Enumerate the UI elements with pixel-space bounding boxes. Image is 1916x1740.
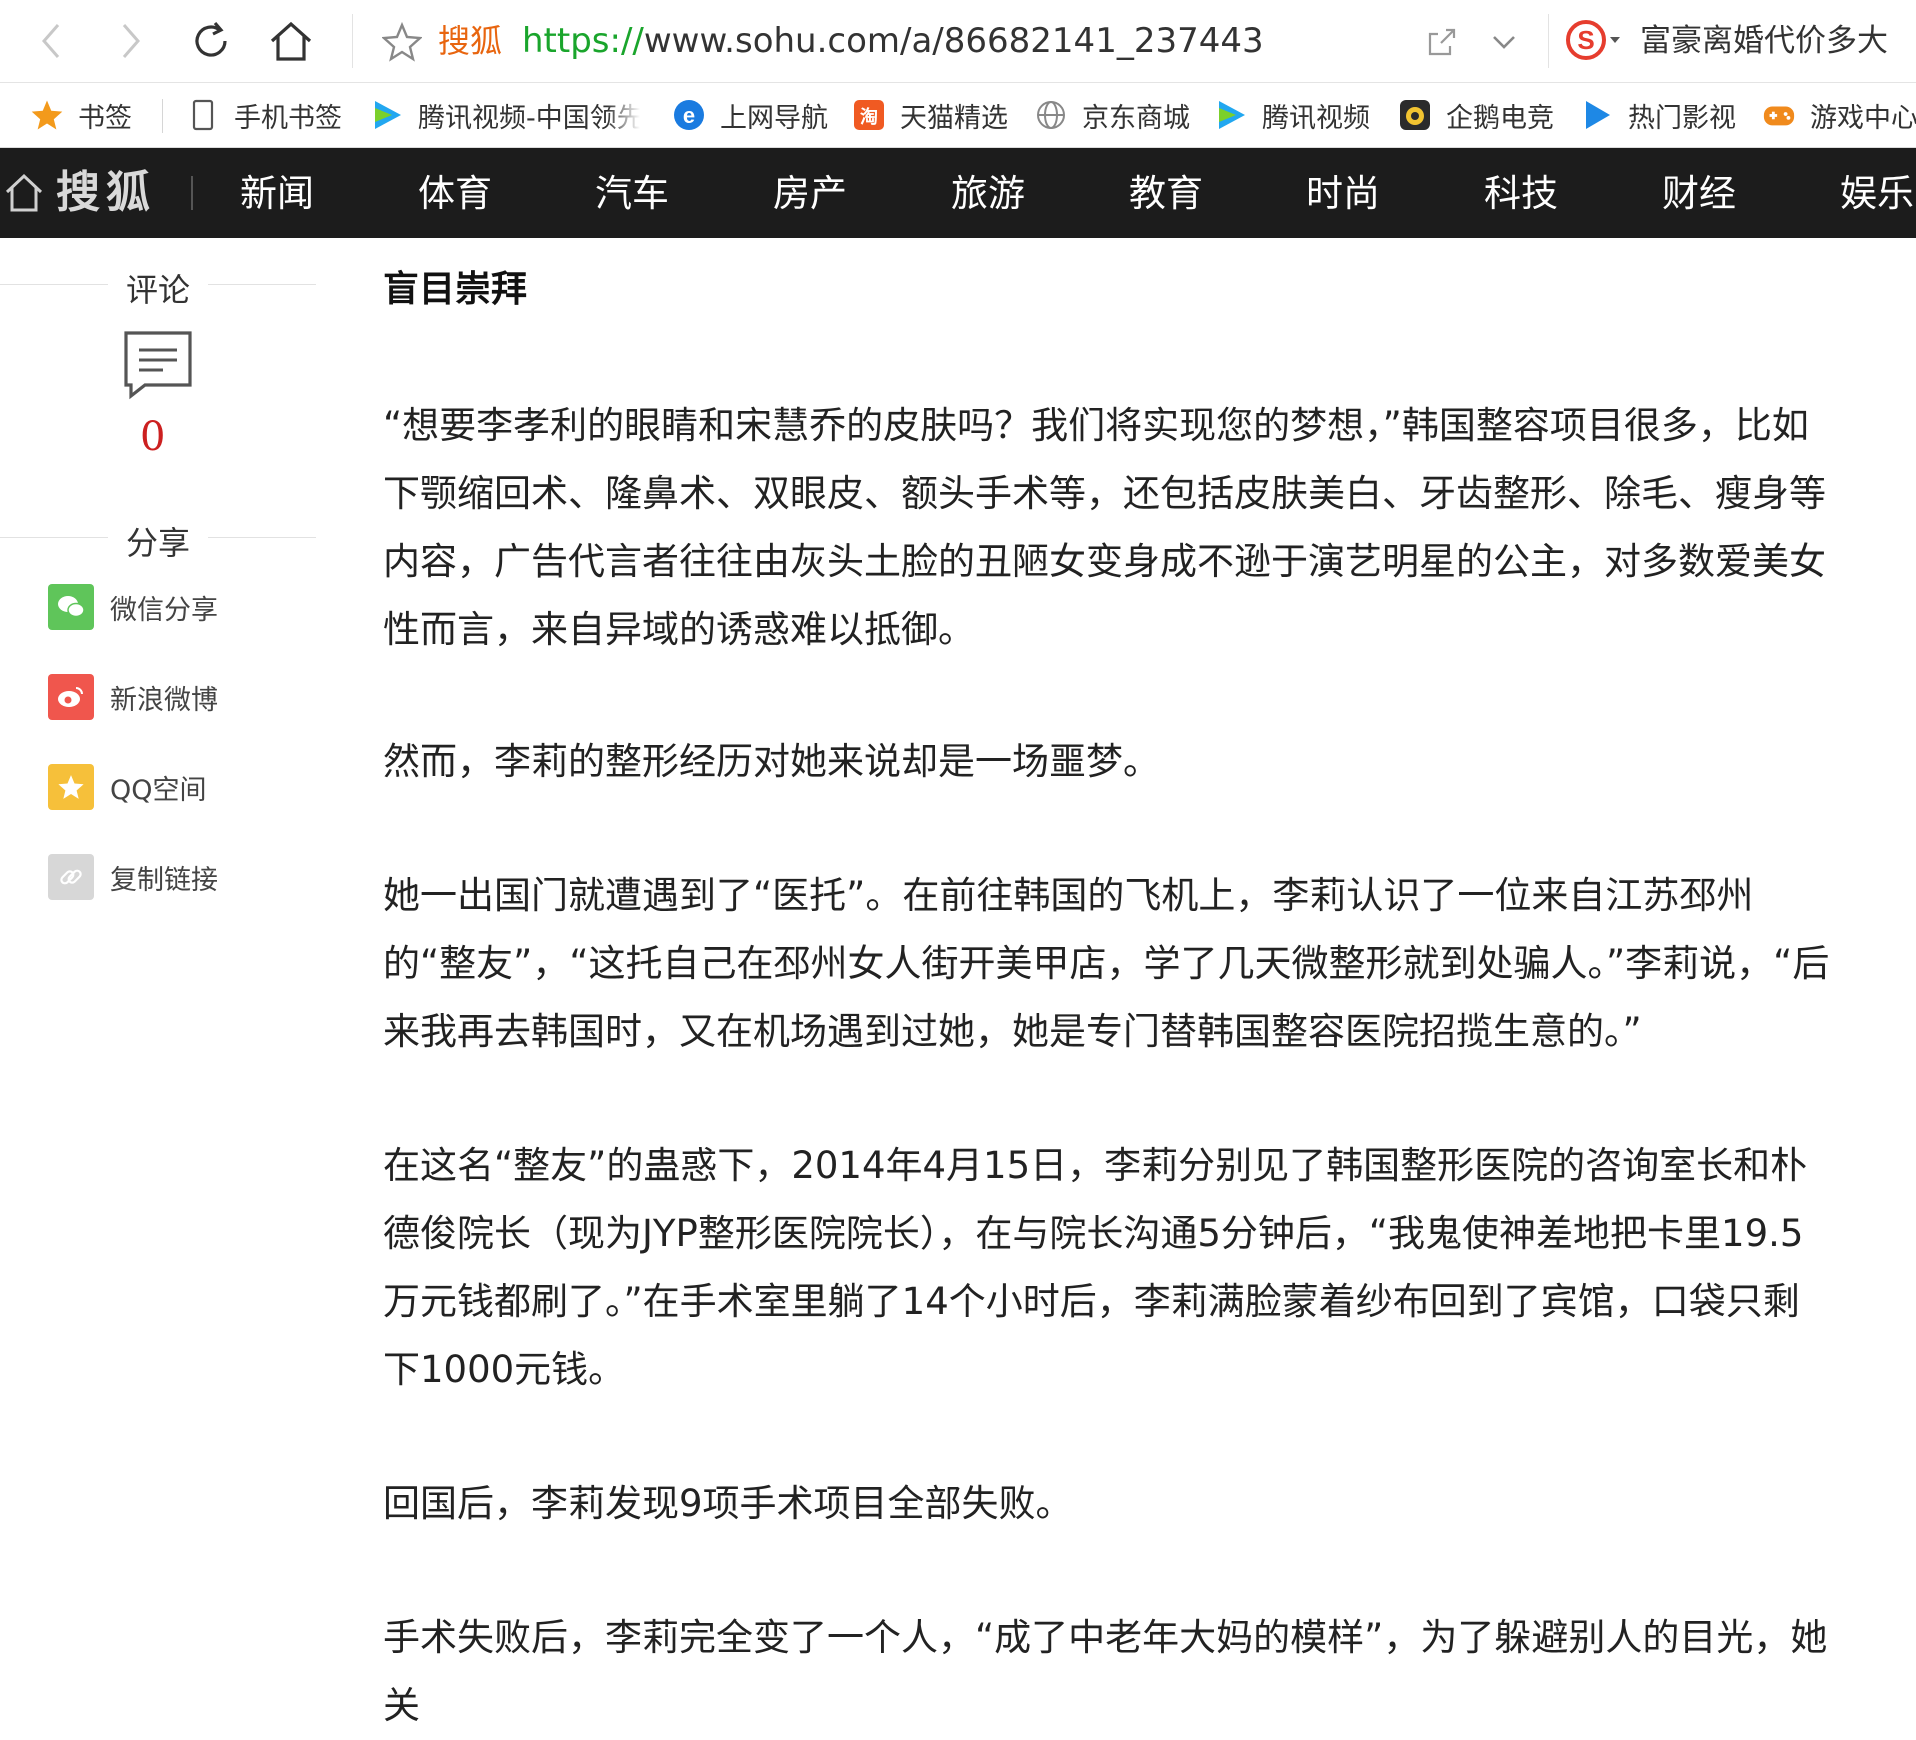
svg-text:S: S <box>1577 25 1594 55</box>
bookmark-label: 游戏中心 <box>1810 102 1916 134</box>
bookmark-label: 天猫精选 <box>900 102 1008 134</box>
bookmark-item[interactable]: e 上网导航 <box>672 95 828 135</box>
share-label: 微信分享 <box>110 594 218 626</box>
nav-item[interactable]: 娱乐 <box>1840 168 1914 220</box>
home-icon[interactable] <box>266 16 316 66</box>
bookmark-item[interactable]: 腾讯视频 <box>1214 95 1370 135</box>
article-paragraph: 她一出国门就遭遇到了“医托”。在前往韩国的飞机上，李莉认识了一位来自江苏邳州的“… <box>383 874 1830 1053</box>
nav-item[interactable]: 房产 <box>773 168 847 220</box>
share-qzone[interactable]: QQ空间 <box>48 763 207 811</box>
article-paragraph: “想要李孝利的眼睛和宋慧乔的皮肤吗？我们将实现您的梦想，”韩国整容项目很多，比如… <box>383 404 1826 651</box>
bookmark-label: 手机书签 <box>234 102 342 134</box>
bookmark-label: 书签 <box>78 102 132 134</box>
address-url[interactable]: https://www.sohu.com/a/86682141_237443 <box>522 18 1264 64</box>
tencent-video-icon <box>1214 98 1248 132</box>
nav-item[interactable]: 新闻 <box>240 168 314 220</box>
wechat-icon <box>48 584 94 630</box>
bookmark-item[interactable]: 热门影视 <box>1580 95 1736 135</box>
site-brand[interactable]: 搜狐 <box>56 166 156 220</box>
weibo-icon <box>48 674 94 720</box>
address-site-name: 搜狐 <box>438 22 503 60</box>
qzone-star-icon <box>48 764 94 810</box>
gamepad-icon <box>1762 98 1796 132</box>
url-path: www.sohu.com/a/86682141_237443 <box>643 21 1264 61</box>
penguin-icon <box>1398 98 1432 132</box>
share-weibo[interactable]: 新浪微博 <box>48 673 218 721</box>
bookmark-item[interactable]: 书签 <box>30 95 132 135</box>
bookmark-item[interactable]: 企鹅电竞 <box>1398 95 1554 135</box>
article-paragraph: 手术失败后，李莉完全变了一个人，“成了中老年大妈的模样”，为了躲避别人的目光，她… <box>383 1616 1828 1727</box>
article-paragraph: 然而，李莉的整形经历对她来说却是一场噩梦。 <box>383 740 1160 783</box>
share-heading: 分享 <box>126 524 191 562</box>
article-paragraph: 回国后，李莉发现9项手术项目全部失败。 <box>383 1482 1073 1525</box>
nav-item[interactable]: 旅游 <box>951 168 1025 220</box>
share-icon[interactable] <box>1420 20 1464 64</box>
bookmark-item[interactable]: 手机书签 <box>186 95 342 135</box>
bookmark-label: 腾讯视频-中国领先 <box>418 102 640 134</box>
site-nav: 搜狐 新闻 体育 汽车 房产 旅游 教育 时尚 科技 财经 娱乐 <box>0 148 1916 238</box>
nav-item[interactable]: 时尚 <box>1306 168 1380 220</box>
bookmark-item[interactable]: 腾讯视频-中国领先 <box>370 95 640 135</box>
svg-text:e: e <box>683 103 695 128</box>
svg-text:淘: 淘 <box>860 106 878 128</box>
article-body: 盲目崇拜 “想要李孝利的眼睛和宋慧乔的皮肤吗？我们将实现您的梦想，”韩国整容项目… <box>383 262 1833 1727</box>
back-icon[interactable] <box>26 16 76 66</box>
nav-item[interactable]: 科技 <box>1484 168 1558 220</box>
reload-icon[interactable] <box>186 16 236 66</box>
share-label: QQ空间 <box>110 774 207 806</box>
bookmark-label: 上网导航 <box>720 102 828 134</box>
share-label: 复制链接 <box>110 864 218 896</box>
nav-item[interactable]: 汽车 <box>595 168 669 220</box>
bookmark-label: 企鹅电竞 <box>1446 102 1554 134</box>
bookmark-item[interactable]: 游戏中心 <box>1762 95 1916 135</box>
bookmark-item[interactable]: 淘 天猫精选 <box>852 95 1008 135</box>
share-label: 新浪微博 <box>110 684 218 716</box>
nav-item[interactable]: 教育 <box>1129 168 1203 220</box>
bookmark-label: 京东商城 <box>1082 102 1190 134</box>
bookmark-label: 腾讯视频 <box>1262 102 1370 134</box>
tencent-video-icon <box>370 98 404 132</box>
share-copy-link[interactable]: 复制链接 <box>48 853 218 901</box>
bookmark-label: 热门影视 <box>1628 102 1736 134</box>
url-scheme: https:// <box>522 21 644 61</box>
article-paragraph: 在这名“整友”的蛊惑下，2014年4月15日，李莉分别见了韩国整形医院的咨询室长… <box>383 1144 1808 1391</box>
phone-icon <box>186 98 220 132</box>
globe-icon <box>1034 98 1068 132</box>
chevron-down-icon[interactable] <box>1482 20 1526 64</box>
share-wechat[interactable]: 微信分享 <box>48 583 218 631</box>
comment-count[interactable]: 0 <box>140 412 165 462</box>
link-icon <box>48 854 94 900</box>
article-section-heading: 盲目崇拜 <box>383 269 528 310</box>
bookmark-item[interactable]: 京东商城 <box>1034 95 1190 135</box>
comment-heading: 评论 <box>126 271 191 309</box>
search-box-text[interactable]: 富豪离婚代价多大 <box>1640 18 1888 64</box>
star-icon[interactable] <box>381 21 423 62</box>
star-icon <box>30 98 64 132</box>
nav-item[interactable]: 财经 <box>1662 168 1736 220</box>
home-icon[interactable] <box>4 170 44 214</box>
bookmarks-bar: 书签 手机书签 腾讯视频-中国领先 e 上网导航 淘 天猫精选 京东商城 腾讯视… <box>0 83 1916 148</box>
browser-toolbar: 搜狐 https://www.sohu.com/a/86682141_23744… <box>0 0 1916 83</box>
sogou-icon[interactable]: S <box>1566 18 1620 62</box>
nav-item[interactable]: 体育 <box>418 168 492 220</box>
forward-icon[interactable] <box>106 16 156 66</box>
comment-icon[interactable] <box>123 330 193 400</box>
ie-icon: e <box>672 98 706 132</box>
play-icon <box>1580 98 1614 132</box>
tmall-icon: 淘 <box>852 98 886 132</box>
